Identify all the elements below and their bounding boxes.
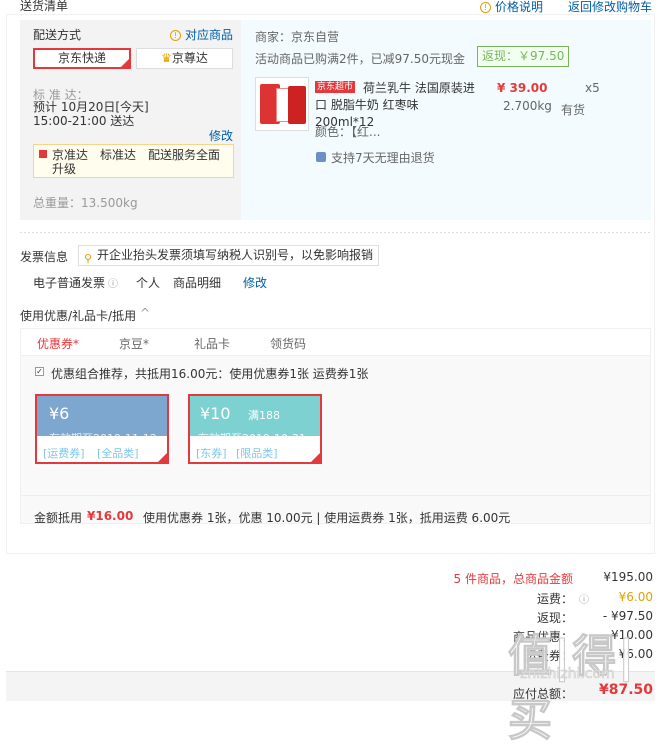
invoice-detail: 商品明细 bbox=[173, 276, 222, 290]
seller-panel: 商家：京东自营 活动商品已购满2件，已减97.50元现金 返现：￥97.50 京… bbox=[241, 20, 651, 220]
tab-gift-card[interactable]: 礼品卡 bbox=[194, 335, 230, 352]
delivery-eta: 预计 10月20日[今天] 15:00-21:00 送达 bbox=[33, 100, 149, 128]
coupon-tag: [全品类] bbox=[97, 447, 139, 460]
chevron-up-icon[interactable]: ^ bbox=[140, 306, 150, 320]
deduction-detail: 使用优惠券 1张，优惠 10.00元 | 使用运费券 1张，抵用运费 6.00元 bbox=[143, 511, 511, 525]
promo-text: 活动商品已购满2件，已减97.50元现金 bbox=[255, 52, 465, 66]
coupon-card[interactable]: ¥6 有效期至2019-11-12 [运费券] [全品类] bbox=[35, 394, 169, 464]
coupon-amount: ¥6 bbox=[49, 404, 70, 423]
coupon-tag: [东券] bbox=[196, 447, 227, 460]
delivery-panel: 配送方式 ! 对应商品 京东快递 ♛京尊达 标 准 达： 预计 10月20日[今天… bbox=[20, 20, 241, 220]
stock-status: 有货 bbox=[561, 103, 586, 117]
coupon-amount: ¥10 bbox=[200, 404, 231, 423]
watermark-logo: 值|得|买 bbox=[508, 631, 637, 747]
return-icon bbox=[316, 152, 326, 162]
item-count-label: 5 件商品，总商品金额 bbox=[453, 572, 573, 586]
product-image[interactable] bbox=[255, 77, 309, 131]
delivery-notice: 京准达 标准达 配送服务全面升级 bbox=[33, 144, 234, 178]
coupon-tags: [东券] [限品类] bbox=[190, 436, 320, 462]
shipping-label: 运费： bbox=[536, 592, 573, 606]
back-to-cart-link[interactable]: 返回修改购物车 bbox=[568, 0, 652, 15]
invoice-label: 发票信息 bbox=[20, 250, 69, 264]
coupon-header: ¥6 有效期至2019-11-12 bbox=[37, 396, 167, 446]
invoice-type: 电子普通发票 bbox=[33, 276, 106, 290]
discount-tabs: 优惠券* 京豆* 礼品卡 领货码 bbox=[21, 329, 650, 356]
jd-express-option[interactable]: 京东快递 bbox=[33, 48, 131, 69]
recommend-text: 优惠组合推荐，共抵用16.00元：使用优惠券1张 运费券1张 bbox=[51, 367, 369, 381]
crown-icon: ♛ bbox=[161, 51, 172, 65]
page-title: 送货清单 bbox=[20, 0, 69, 13]
coupon-header: ¥10 满188 有效期至2019-10-31 bbox=[190, 396, 320, 446]
discount-title[interactable]: 使用优惠/礼品卡/抵用 bbox=[20, 307, 136, 324]
divider bbox=[21, 495, 650, 496]
product-qty: x5 bbox=[585, 81, 600, 95]
watermark-url: zhizhizhi.com bbox=[520, 666, 615, 683]
return-policy: 支持7天无理由退货 bbox=[331, 151, 435, 165]
product-weight: 2.700kg bbox=[503, 99, 552, 113]
edit-delivery-link[interactable]: 修改 bbox=[209, 127, 233, 144]
coupon-card[interactable]: ¥10 满188 有效期至2019-10-31 [东券] [限品类] bbox=[188, 394, 322, 464]
help-icon[interactable]: ⓘ bbox=[108, 275, 118, 290]
notice-icon bbox=[39, 150, 47, 158]
matching-goods-link[interactable]: ! 对应商品 bbox=[170, 26, 233, 43]
goods-total: ¥195.00 bbox=[603, 570, 653, 584]
product-price: ¥ 39.00 bbox=[497, 81, 548, 95]
coupon-condition: 满188 bbox=[248, 409, 280, 422]
info-icon: ! bbox=[170, 30, 181, 41]
edit-invoice-link[interactable]: 修改 bbox=[243, 274, 267, 291]
seller-name: 商家：京东自营 bbox=[255, 30, 340, 44]
checkout-header: 送货清单 ! 价格说明 返回修改购物车 bbox=[0, 0, 661, 14]
coupon-tags: [运费券] [全品类] bbox=[37, 436, 167, 462]
price-info-link[interactable]: ! 价格说明 bbox=[480, 0, 543, 15]
jd-premium-option[interactable]: ♛京尊达 bbox=[136, 48, 233, 69]
tab-jd-beans[interactable]: 京豆* bbox=[119, 335, 149, 352]
coupon-tag: [运费券] bbox=[43, 447, 85, 460]
deduction-label: 金额抵用 bbox=[34, 511, 83, 525]
invoice-tip: ⚲ 开企业抬头发票须填写纳税人识别号，以免影响报销 bbox=[78, 245, 379, 266]
rebate-badge: 返现：￥97.50 bbox=[477, 46, 570, 67]
info-icon: ! bbox=[480, 2, 491, 13]
location-pin-icon: ⚲ bbox=[84, 252, 93, 265]
recommend-checkbox[interactable]: ✓ bbox=[35, 367, 44, 376]
shipping-fee: ¥6.00 bbox=[618, 590, 653, 604]
help-icon[interactable]: ⓘ bbox=[579, 591, 589, 606]
product-color: 颜色：【红... bbox=[315, 125, 381, 139]
tab-coupons[interactable]: 优惠券* bbox=[37, 335, 79, 352]
invoice-personal: 个人 bbox=[136, 276, 161, 290]
divider bbox=[20, 232, 651, 233]
deduction-amount: ¥16.00 bbox=[87, 509, 134, 523]
tab-redeem-code[interactable]: 领货码 bbox=[270, 335, 306, 352]
coupon-tag: [限品类] bbox=[236, 447, 278, 460]
delivery-method-label: 配送方式 bbox=[33, 28, 82, 42]
discount-panel: 优惠券* 京豆* 礼品卡 领货码 ✓ 优惠组合推荐，共抵用16.00元：使用优惠… bbox=[20, 328, 651, 525]
total-weight: 总重量：13.500kg bbox=[33, 196, 138, 210]
